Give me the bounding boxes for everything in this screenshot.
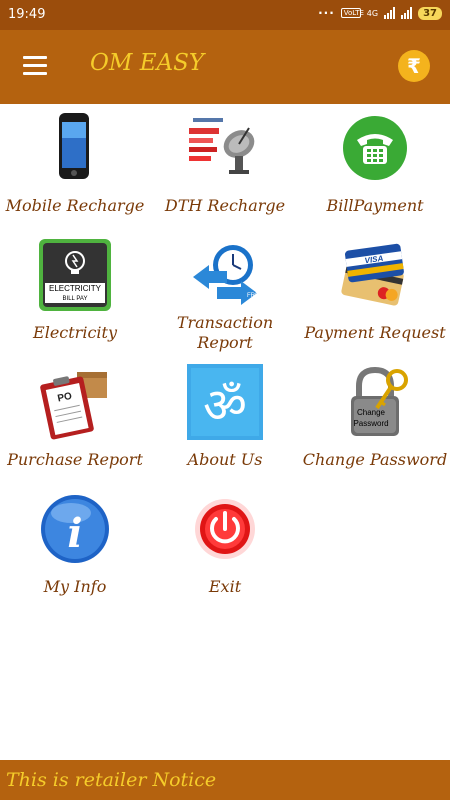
power-icon [195, 499, 255, 559]
my-info-tile[interactable]: i My Info [0, 491, 150, 616]
clipboard-po-icon: PO [40, 372, 107, 440]
status-time: 19:49 [8, 7, 46, 22]
notice-bar: This is retailer Notice [0, 760, 450, 800]
transaction-report-tile[interactable]: FREE Transaction Report [150, 237, 300, 362]
exit-label: Exit [208, 577, 242, 596]
bill-payment-label: BillPayment [326, 196, 424, 215]
change-password-label: Change Password [302, 450, 448, 469]
volte-icon: VoLTE [340, 8, 364, 18]
wallet-rupee-icon[interactable]: ₹ [398, 50, 430, 82]
signal-icon-2 [401, 7, 413, 19]
status-bar: 19:49 ··· VoLTE 4G 37 [0, 0, 450, 30]
mobile-phone-icon [59, 113, 89, 179]
transaction-report-label: Transaction Report [150, 313, 300, 353]
dth-recharge-tile[interactable]: DTH Recharge [150, 110, 300, 235]
telephone-icon [343, 116, 407, 180]
om-symbol-icon: ॐ [187, 364, 263, 440]
payment-request-label: Payment Request [304, 323, 446, 342]
electricity-icon-text: ELECTRICITY [49, 284, 102, 293]
battery-icon: 37 [418, 6, 442, 20]
bill-pay-icon-text: BILL PAY [63, 296, 88, 302]
bill-payment-tile[interactable]: BillPayment [300, 110, 450, 235]
info-icon-text: i [67, 510, 82, 557]
app-title: OM EASY [90, 50, 205, 76]
transaction-label-line1: Transaction [176, 313, 274, 332]
electricity-tile[interactable]: ELECTRICITY BILL PAY Electricity [0, 237, 150, 362]
credit-cards-icon: VISA [341, 243, 404, 306]
dth-recharge-label: DTH Recharge [164, 196, 286, 215]
purchase-report-label: Purchase Report [7, 450, 143, 469]
exit-tile[interactable]: Exit [150, 491, 300, 616]
padlock-key-icon: Change Password [351, 366, 408, 436]
about-us-label: About Us [187, 450, 263, 469]
network-type: 4G [366, 8, 379, 18]
info-icon: i [41, 495, 109, 563]
purchase-report-tile[interactable]: PO Purchase Report [0, 364, 150, 489]
notification-dots-icon: ··· [318, 6, 335, 20]
status-icons: ··· VoLTE 4G 37 [318, 6, 442, 20]
mobile-recharge-label: Mobile Recharge [5, 196, 145, 215]
electricity-label: Electricity [33, 323, 117, 342]
hamburger-menu-icon[interactable] [23, 56, 47, 76]
change-icon-text: Change [357, 408, 386, 417]
electricity-bill-icon: ELECTRICITY BILL PAY [39, 239, 111, 311]
change-password-tile[interactable]: Change Password Change Password [300, 364, 450, 489]
payment-request-tile[interactable]: VISA Payment Request [300, 237, 450, 362]
signal-icon [384, 7, 396, 19]
om-icon-text: ॐ [203, 378, 247, 434]
mobile-recharge-tile[interactable]: Mobile Recharge [0, 110, 150, 235]
transaction-clock-icon: FREE [193, 245, 263, 305]
my-info-label: My Info [43, 577, 107, 596]
transaction-label-line2: Report [197, 333, 253, 352]
app-bar: OM EASY ₹ [0, 30, 450, 104]
about-us-tile[interactable]: ॐ About Us [150, 364, 300, 489]
password-icon-text: Password [353, 419, 388, 428]
svg-text:FREE: FREE [247, 293, 263, 299]
satellite-dish-icon [189, 118, 255, 174]
